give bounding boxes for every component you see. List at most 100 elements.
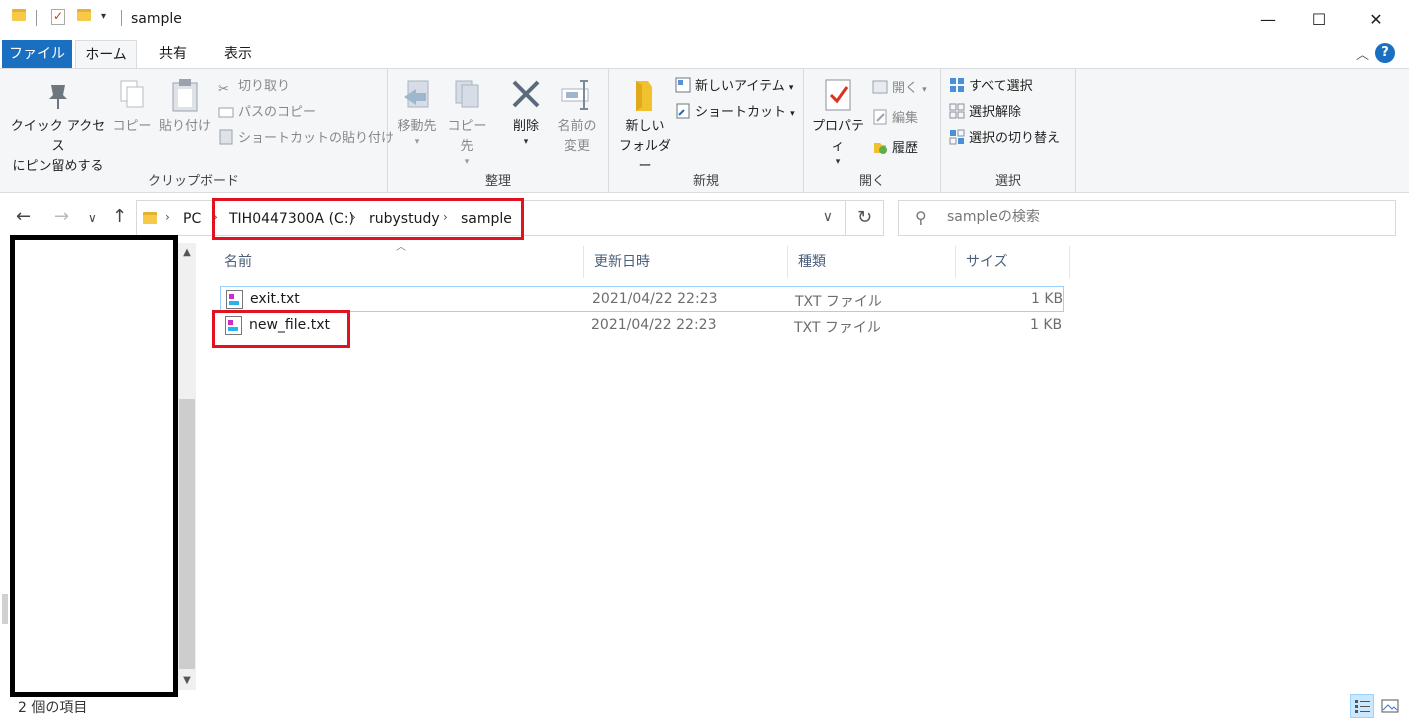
select-all-label: すべて選択 <box>969 79 1033 94</box>
new-folder-button[interactable]: 新しい フォルダー <box>613 77 677 177</box>
column-header-name[interactable]: 名前 <box>214 246 584 278</box>
navigation-pane-scrollbar[interactable]: ▲ ▼ <box>178 243 196 690</box>
file-type: TXT ファイル <box>794 320 881 336</box>
select-none-button[interactable]: 選択解除 <box>949 101 1021 125</box>
new-item-button[interactable]: 新しいアイテム ▾ <box>675 75 793 99</box>
minimize-button[interactable]: — <box>1245 0 1291 38</box>
copy-to-label: コピー先 <box>447 119 487 154</box>
group-label-select: 選択 <box>994 174 1021 189</box>
forward-arrow-icon[interactable]: → <box>54 206 69 227</box>
properties-button[interactable]: プロパティ ▾ <box>808 77 868 167</box>
invert-selection-button[interactable]: 選択の切り替え <box>949 127 1060 151</box>
paste-shortcut-button[interactable]: ショートカットの貼り付け <box>218 127 394 151</box>
ribbon-tabs: ファイル ホーム 共有 表示 ︿ ? <box>0 38 1409 68</box>
move-to-dropdown-icon: ▾ <box>414 137 420 147</box>
scroll-down-arrow-icon[interactable]: ▼ <box>178 675 196 686</box>
move-to-label: 移動先 <box>397 119 437 134</box>
new-item-icon <box>675 77 691 93</box>
paste-button[interactable]: 貼り付け <box>158 77 212 137</box>
pane-resize-handle[interactable] <box>2 594 8 624</box>
new-folder-quick-icon[interactable] <box>77 9 91 21</box>
tab-share[interactable]: 共有 <box>145 40 201 68</box>
rename-button[interactable]: 名前の 変更 <box>552 77 602 157</box>
tab-view[interactable]: 表示 <box>207 40 269 68</box>
up-arrow-icon[interactable]: ↑ <box>112 206 127 227</box>
scroll-up-arrow-icon[interactable]: ▲ <box>178 247 196 258</box>
group-organize: 移動先 ▾ コピー先 ▾ 削除 ▾ 名前の 変更 整理 <box>388 69 609 193</box>
edit-button[interactable]: 編集 <box>872 107 918 131</box>
navigation-pane[interactable] <box>10 235 178 697</box>
edit-label: 編集 <box>892 111 919 126</box>
status-item-count: 2 個の項目 <box>18 700 88 716</box>
history-label: 履歴 <box>892 141 919 156</box>
column-header-date[interactable]: 更新日時 <box>584 246 788 278</box>
copy-to-button[interactable]: コピー先 ▾ <box>442 77 492 167</box>
copy-path-icon <box>218 104 234 120</box>
file-type: TXT ファイル <box>795 294 882 310</box>
properties-label: プロパティ <box>811 119 864 154</box>
column-header-size[interactable]: サイズ <box>956 246 1070 278</box>
copy-button[interactable]: コピー <box>112 77 152 137</box>
refresh-button[interactable]: ↻ <box>846 200 884 236</box>
group-new: 新しい フォルダー 新しいアイテム ▾ ショートカット ▾ 新規 <box>609 69 804 193</box>
search-box[interactable]: ⚲ <box>898 200 1396 236</box>
customize-quick-access-icon[interactable]: ▾ <box>101 11 106 22</box>
breadcrumb-pc[interactable]: PC <box>183 211 201 227</box>
title-bar: ▾ sample — ☐ ✕ <box>0 0 1409 38</box>
history-button[interactable]: 履歴 <box>872 137 918 161</box>
history-icon <box>872 139 888 155</box>
column-headers: 名前 更新日時 種類 サイズ <box>214 246 1074 278</box>
copy-path-button[interactable]: パスのコピー <box>218 101 316 125</box>
search-input[interactable] <box>947 209 1347 225</box>
tab-file[interactable]: ファイル <box>2 40 72 68</box>
open-label: 開く <box>892 81 919 96</box>
properties-quick-icon[interactable] <box>51 9 65 25</box>
close-button[interactable]: ✕ <box>1353 0 1399 38</box>
open-button[interactable]: 開く ▾ <box>872 77 927 101</box>
details-view-button[interactable] <box>1350 694 1374 718</box>
scrollbar-thumb[interactable] <box>179 399 195 669</box>
shortcut-icon <box>675 103 691 119</box>
copy-icon <box>115 77 149 113</box>
shortcut-button[interactable]: ショートカット ▾ <box>675 101 795 125</box>
address-dropdown-chevron-icon[interactable]: ∨ <box>823 209 833 225</box>
large-icons-view-icon <box>1379 699 1401 721</box>
large-icons-view-button[interactable] <box>1378 694 1402 718</box>
column-header-type[interactable]: 種類 <box>788 246 956 278</box>
delete-button[interactable]: 削除 ▾ <box>504 77 548 147</box>
rename-label-1: 名前の <box>557 119 597 134</box>
paste-label: 貼り付け <box>158 119 211 134</box>
new-item-dropdown-icon: ▾ <box>788 83 794 93</box>
folder-icon[interactable] <box>12 9 26 21</box>
pin-quick-access-button[interactable]: クイック アクセス にピン留めする <box>10 77 106 177</box>
invert-selection-icon <box>949 129 965 145</box>
scissors-icon: ✂ <box>218 82 229 97</box>
collapse-ribbon-icon[interactable]: ︿ <box>1356 44 1369 63</box>
breadcrumb-separator-icon[interactable]: › <box>165 210 170 224</box>
edit-icon <box>872 109 888 125</box>
details-view-icon <box>1351 700 1373 721</box>
file-date: 2021/04/22 22:23 <box>591 317 717 333</box>
cut-button[interactable]: ✂ 切り取り <box>218 75 290 99</box>
divider <box>121 10 122 26</box>
delete-label: 削除 <box>512 119 539 134</box>
pin-label-1: クイック アクセス <box>10 119 106 154</box>
select-all-button[interactable]: すべて選択 <box>949 75 1033 99</box>
delete-dropdown-icon: ▾ <box>523 137 529 147</box>
back-arrow-icon[interactable]: ← <box>16 206 31 227</box>
open-icon <box>872 79 888 95</box>
rename-icon <box>560 77 594 113</box>
maximize-button[interactable]: ☐ <box>1296 0 1342 38</box>
file-row[interactable]: exit.txt 2021/04/22 22:23 TXT ファイル 1 KB <box>220 286 1064 312</box>
select-none-icon <box>949 103 965 119</box>
folder-icon <box>143 212 157 224</box>
help-icon[interactable]: ? <box>1375 43 1395 63</box>
paste-shortcut-icon <box>218 129 234 145</box>
tab-home[interactable]: ホーム <box>75 40 137 68</box>
group-label-open: 開く <box>858 174 885 189</box>
shortcut-dropdown-icon: ▾ <box>790 109 795 119</box>
open-dropdown-icon: ▾ <box>922 85 927 95</box>
file-size: 1 KB <box>1031 291 1064 307</box>
recent-locations-chevron-icon[interactable]: ∨ <box>88 211 97 225</box>
move-to-button[interactable]: 移動先 ▾ <box>394 77 440 147</box>
